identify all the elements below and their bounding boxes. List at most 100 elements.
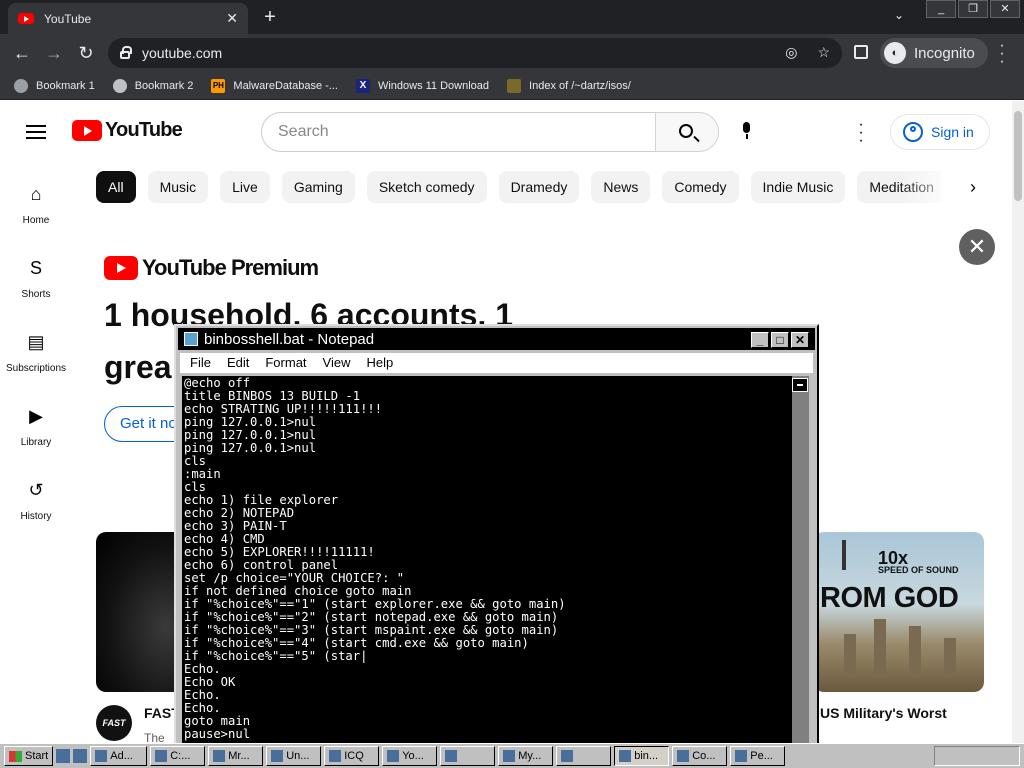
bookmark-item[interactable]: Bookmark 2 bbox=[112, 78, 194, 93]
restore-button[interactable]: ❐ bbox=[958, 0, 988, 18]
menu-file[interactable]: File bbox=[190, 353, 211, 373]
video-thumbnail[interactable]: 10x SPEED OF SOUND ROM GOD bbox=[814, 532, 984, 692]
notepad-titlebar[interactable]: binbosshell.bat - Notepad _ □ ✕ bbox=[178, 328, 815, 350]
url-text: youtube.com bbox=[142, 45, 223, 61]
guide-sidebar: ⌂ Home S Shorts ▤ Subscriptions ▶ Librar… bbox=[0, 171, 72, 541]
banner-close-button[interactable]: ✕ bbox=[959, 229, 995, 265]
bookmark-star-icon[interactable]: ☆ bbox=[817, 44, 830, 61]
taskbar: Start Ad... C:... Mr... Un... ICQ Yo... … bbox=[0, 743, 1024, 768]
taskbar-button[interactable]: bin... bbox=[614, 746, 670, 766]
chip-music[interactable]: Music bbox=[147, 171, 209, 203]
guide-item-history[interactable]: ↺ History bbox=[0, 467, 72, 541]
notepad-window-controls: _ □ ✕ bbox=[751, 332, 809, 348]
bookmark-item[interactable]: Bookmark 1 bbox=[14, 78, 95, 93]
guide-label: Subscriptions bbox=[5, 363, 67, 374]
menu-view[interactable]: View bbox=[323, 353, 351, 373]
taskbar-button[interactable] bbox=[440, 746, 496, 766]
chevron-right-icon[interactable]: › bbox=[970, 177, 976, 198]
taskbar-button[interactable]: Ad... bbox=[90, 746, 148, 766]
windows-logo-icon bbox=[9, 750, 22, 762]
sign-in-button[interactable]: Sign in bbox=[890, 114, 990, 150]
taskbar-button[interactable]: Co... bbox=[672, 746, 728, 766]
close-window-button[interactable]: ✕ bbox=[990, 0, 1020, 18]
notepad-maximize-button[interactable]: □ bbox=[771, 332, 789, 348]
bookmark-item[interactable]: X Windows 11 Download bbox=[355, 78, 490, 93]
lock-icon[interactable] bbox=[120, 46, 132, 59]
guide-item-shorts[interactable]: S Shorts bbox=[0, 245, 72, 319]
tab-close-icon[interactable]: ✕ bbox=[226, 10, 238, 27]
search-button[interactable] bbox=[655, 112, 719, 152]
side-panel-icon[interactable] bbox=[854, 45, 868, 59]
subscriptions-icon: ▤ bbox=[27, 332, 45, 352]
tab-search-icon[interactable]: ⌄ bbox=[894, 8, 904, 22]
app-icon bbox=[155, 750, 168, 762]
guide-item-subscriptions[interactable]: ▤ Subscriptions bbox=[0, 319, 72, 393]
taskbar-button[interactable]: Un... bbox=[266, 746, 322, 766]
app-icon bbox=[95, 750, 108, 762]
new-tab-button[interactable]: + bbox=[258, 5, 282, 29]
notepad-text-area[interactable]: @echo off title BINBOS 13 BUILD -1 echo … bbox=[182, 376, 792, 744]
taskbar-button[interactable]: C:... bbox=[150, 746, 206, 766]
bookmark-label: Windows 11 Download bbox=[377, 79, 490, 92]
menu-help[interactable]: Help bbox=[366, 353, 393, 373]
quicklaunch-icon[interactable] bbox=[73, 749, 88, 763]
menu-format[interactable]: Format bbox=[265, 353, 306, 373]
start-label: Start bbox=[25, 750, 49, 762]
channel-avatar[interactable]: FAST bbox=[96, 705, 132, 741]
bookmark-label: Bookmark 2 bbox=[134, 79, 194, 92]
app-icon bbox=[329, 750, 342, 762]
settings-menu-icon[interactable]: · · · bbox=[856, 117, 866, 149]
bookmark-item[interactable]: Index of /~dartz/isos/ bbox=[507, 78, 631, 93]
incognito-profile-button[interactable]: ◐ Incognito bbox=[880, 38, 988, 68]
app-icon bbox=[677, 750, 690, 762]
guide-label: History bbox=[20, 511, 52, 522]
chip-sketch-comedy[interactable]: Sketch comedy bbox=[366, 171, 487, 203]
taskbar-button[interactable]: ICQ bbox=[324, 746, 380, 766]
minimize-button[interactable]: _ bbox=[926, 0, 956, 18]
search-input[interactable]: Search bbox=[261, 112, 657, 152]
chip-gaming[interactable]: Gaming bbox=[281, 171, 355, 203]
chip-comedy[interactable]: Comedy bbox=[662, 171, 739, 203]
taskbar-button[interactable]: Pe... bbox=[730, 746, 786, 766]
eye-off-icon[interactable]: ◎ bbox=[785, 44, 797, 61]
thumbnail-speed-sub: SPEED OF SOUND bbox=[878, 565, 959, 575]
guide-item-home[interactable]: ⌂ Home bbox=[0, 171, 72, 245]
app-icon bbox=[213, 750, 226, 762]
chip-all[interactable]: All bbox=[96, 171, 136, 203]
chip-dramedy[interactable]: Dramedy bbox=[498, 171, 580, 203]
taskbar-button[interactable] bbox=[556, 746, 612, 766]
back-button[interactable]: ← bbox=[10, 41, 34, 65]
taskbar-button[interactable]: My... bbox=[498, 746, 554, 766]
guide-item-library[interactable]: ▶ Library bbox=[0, 393, 72, 467]
scroll-up-icon[interactable] bbox=[792, 378, 808, 392]
notepad-close-button[interactable]: ✕ bbox=[791, 332, 809, 348]
search-icon bbox=[679, 124, 693, 138]
page-scrollbar[interactable] bbox=[1012, 101, 1024, 743]
guide-label: Library bbox=[20, 437, 52, 448]
microphone-icon[interactable] bbox=[740, 122, 752, 139]
address-bar[interactable]: youtube.com ◎ ☆ bbox=[108, 38, 842, 68]
app-icon bbox=[445, 750, 458, 762]
notepad-scrollbar[interactable] bbox=[792, 376, 809, 744]
notepad-minimize-button[interactable]: _ bbox=[751, 332, 769, 348]
chip-news[interactable]: News bbox=[591, 171, 651, 203]
reload-button[interactable]: ↻ bbox=[74, 41, 98, 65]
chip-live[interactable]: Live bbox=[220, 171, 270, 203]
browser-menu-icon[interactable]: · · · bbox=[996, 38, 1008, 70]
menu-edit[interactable]: Edit bbox=[227, 353, 249, 373]
taskbar-button[interactable]: Mr... bbox=[208, 746, 264, 766]
quicklaunch-icon[interactable] bbox=[56, 749, 71, 763]
video-title[interactable]: US Military's Worst bbox=[820, 705, 947, 721]
video-subtitle: The bbox=[144, 731, 165, 743]
chip-indie-music[interactable]: Indie Music bbox=[750, 171, 846, 203]
hamburger-menu-icon[interactable] bbox=[26, 125, 46, 139]
browser-toolbar: ← → ↻ youtube.com ◎ ☆ ◐ Incognito · · · bbox=[0, 34, 1024, 72]
category-chips: All Music Live Gaming Sketch comedy Dram… bbox=[96, 171, 941, 204]
bookmark-item[interactable]: PH MalwareDatabase -... bbox=[211, 78, 338, 93]
tab-youtube[interactable]: YouTube ✕ bbox=[8, 3, 248, 34]
app-icon bbox=[503, 750, 516, 762]
start-button[interactable]: Start bbox=[4, 746, 54, 766]
youtube-logo[interactable]: YouTube bbox=[72, 119, 183, 142]
forward-button[interactable]: → bbox=[42, 41, 66, 65]
taskbar-button[interactable]: Yo... bbox=[382, 746, 438, 766]
